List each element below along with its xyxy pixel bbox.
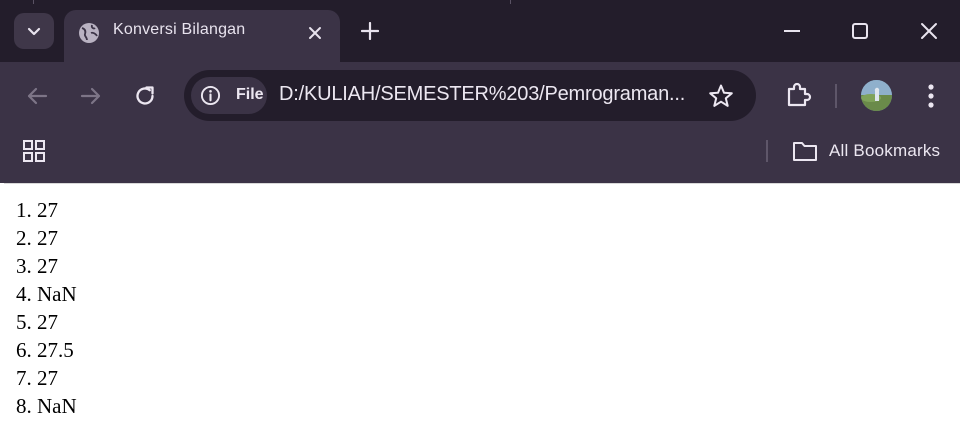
back-arrow-icon [27, 87, 48, 105]
reload-icon [136, 86, 154, 105]
output-line: 3. 27 [16, 254, 58, 278]
chevron-down-icon [27, 27, 41, 36]
forward-arrow-icon [80, 87, 101, 105]
tab-search-button[interactable] [14, 13, 54, 49]
output-line: 5. 27 [16, 310, 58, 334]
output-line: 6. 27.5 [16, 338, 74, 362]
page-content: 1. 27 2. 27 3. 27 4. NaN 5. 27 6. 27.5 7… [4, 183, 960, 436]
bookmarks-divider [766, 140, 768, 162]
site-info-chip[interactable]: File [191, 77, 267, 114]
tab-active[interactable]: Konversi Bilangan [64, 10, 340, 62]
tab-strip: Konversi Bilangan [0, 0, 960, 62]
output-line: 7. 27 [16, 366, 58, 390]
window-seam [33, 0, 34, 4]
url-text[interactable]: D:/KULIAH/SEMESTER%203/Pemrograman... [279, 83, 685, 106]
output-line: 1. 27 [16, 198, 58, 222]
toolbar-divider [835, 84, 837, 108]
output-list: 1. 27 2. 27 3. 27 4. NaN 5. 27 6. 27.5 7… [16, 196, 77, 420]
globe-icon [79, 23, 99, 43]
output-line: 8. NaN [16, 394, 77, 418]
close-icon[interactable] [304, 22, 326, 44]
all-bookmarks-label: All Bookmarks [829, 141, 941, 160]
apps-grid-icon[interactable] [22, 139, 46, 163]
maximize-icon [852, 23, 868, 39]
tab-title: Konversi Bilangan [113, 21, 246, 38]
more-vert-icon[interactable] [920, 82, 942, 110]
maximize-button[interactable] [847, 18, 873, 44]
output-line: 4. NaN [16, 282, 77, 306]
extensions-icon[interactable] [783, 80, 813, 110]
forward-button[interactable] [76, 81, 106, 111]
browser-chrome: Konversi Bilangan File D:/KULIAH/SEMESTE… [0, 0, 960, 183]
info-icon [200, 85, 221, 106]
window-seam [510, 0, 511, 4]
scheme-label: File [236, 86, 264, 103]
avatar[interactable] [861, 80, 892, 111]
star-icon[interactable] [708, 83, 734, 109]
window-close-icon [921, 23, 937, 39]
reload-button[interactable] [130, 81, 160, 111]
folder-icon [793, 142, 817, 161]
window-close-button[interactable] [916, 18, 942, 44]
minimize-button[interactable] [779, 18, 805, 44]
back-button[interactable] [22, 81, 52, 111]
plus-icon [361, 22, 379, 40]
output-line: 2. 27 [16, 226, 58, 250]
address-bar[interactable]: File D:/KULIAH/SEMESTER%203/Pemrograman.… [184, 70, 756, 121]
new-tab-button[interactable] [358, 19, 382, 43]
minimize-icon [784, 30, 800, 32]
